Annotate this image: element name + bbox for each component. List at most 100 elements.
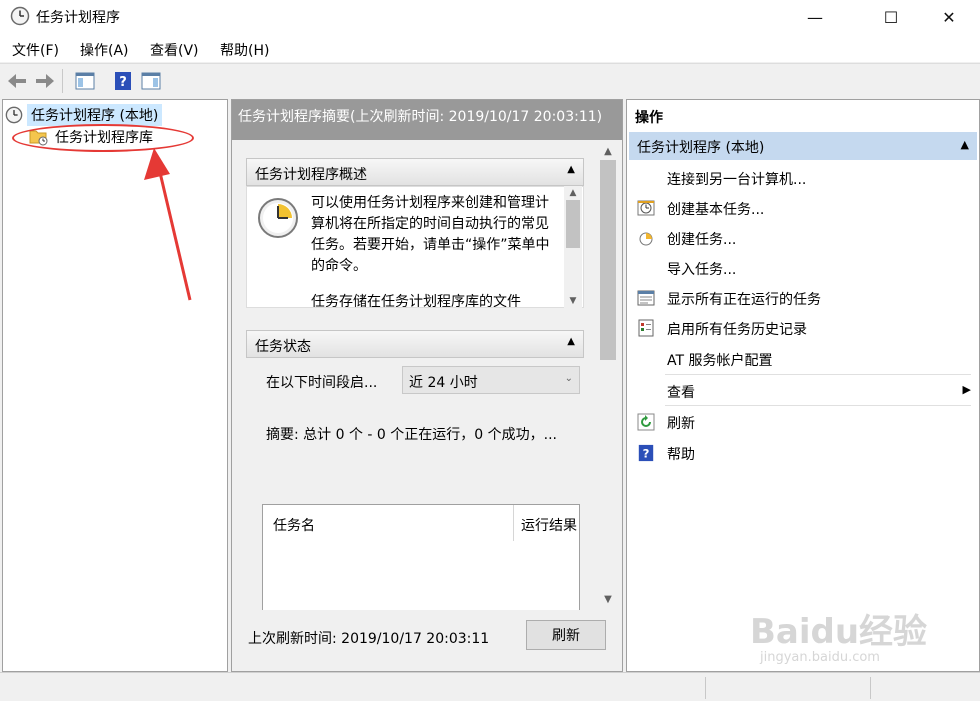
collapse-icon[interactable]: ▲ [567,336,575,347]
toolbar: ? [0,63,980,96]
overview-section-header[interactable]: 任务计划程序概述 ▲ [246,158,584,186]
menu-file[interactable]: 文件(F) [12,40,59,60]
menu-view[interactable]: 查看(V) [150,40,199,60]
tree-root-label: 任务计划程序 (本地) [27,104,163,126]
time-range-select[interactable]: 近 24 小时 ⌄ [402,366,580,394]
action-label: 连接到另一台计算机... [667,172,807,188]
summary-footer: 上次刷新时间: 2019/10/17 20:03:11 刷新 [232,610,622,671]
create-task-icon [639,232,653,246]
scroll-down-icon[interactable]: ▼ [564,294,582,308]
action-separator [665,374,971,375]
action-create-task[interactable]: 创建任务... [629,224,977,252]
actions-group-label: 任务计划程序 (本地) [637,140,765,156]
forward-button[interactable] [34,70,56,92]
actions-group-header[interactable]: 任务计划程序 (本地) ▲ [629,132,977,160]
history-icon [638,319,654,337]
overview-body: 可以使用任务计划程序来创建和管理计算机将在所指定的时间自动执行的常见任务。若要开… [246,186,584,308]
task-status-header[interactable]: 任务状态 ▲ [246,330,584,358]
action-label: 查看 [667,385,695,401]
action-help[interactable]: ? 帮助 [629,439,977,467]
back-arrow-icon [8,74,26,88]
svg-text:?: ? [643,447,650,461]
scroll-up-icon[interactable]: ▲ [598,142,618,160]
scroll-up-icon[interactable]: ▲ [564,186,582,200]
clock-icon [10,6,30,26]
back-button[interactable] [6,70,28,92]
action-label: 帮助 [667,447,695,463]
column-divider[interactable] [513,505,514,541]
time-range-label: 在以下时间段启... [266,375,378,391]
menu-help[interactable]: 帮助(H) [220,40,269,60]
action-pane-icon [141,72,161,90]
summary-header-title: 任务计划程序摘要(上次刷新时间: 2019/10/17 20:03:11) [238,109,603,125]
watermark-brand: Baidu经验 [750,612,928,652]
help-toolbar-button[interactable]: ? [112,70,134,92]
task-status-section: 任务状态 ▲ 在以下时间段启... 近 24 小时 ⌄ 摘要: 总计 0 个 -… [246,330,584,624]
action-separator [665,405,971,406]
action-refresh[interactable]: 刷新 [629,408,977,436]
scroll-thumb[interactable] [566,200,580,248]
show-hide-tree-button[interactable] [74,70,96,92]
clock-large-icon [258,198,298,238]
minimize-button[interactable]: — [790,0,840,34]
actions-pane: 操作 任务计划程序 (本地) ▲ 连接到另一台计算机... 创建基本任务... … [626,99,980,672]
action-view[interactable]: 查看 ▶ [629,377,977,405]
collapse-icon[interactable]: ▲ [961,138,969,151]
action-import-task[interactable]: 导入任务... [629,254,977,282]
task-table[interactable]: 任务名 运行结果 [262,504,580,624]
status-divider [705,677,706,699]
watermark-url: jingyan.baidu.com [760,650,880,665]
action-enable-history[interactable]: 启用所有任务历史记录 [629,314,977,342]
action-show-running[interactable]: 显示所有正在运行的任务 [629,284,977,312]
menu-bar: 文件(F) 操作(A) 查看(V) 帮助(H) [0,34,980,62]
action-at-service-config[interactable]: AT 服务帐户配置 [629,345,977,373]
status-summary: 摘要: 总计 0 个 - 0 个正在运行，0 个成功，... [266,427,557,443]
overview-section: 任务计划程序概述 ▲ 可以使用任务计划程序来创建和管理计算机将在所指定的时间自动… [246,158,584,308]
action-connect-computer[interactable]: 连接到另一台计算机... [629,164,977,192]
action-label: AT 服务帐户配置 [667,353,773,369]
action-label: 创建基本任务... [667,202,765,218]
actions-title-text: 操作 [635,110,663,126]
tree-item-root[interactable]: 任务计划程序 (本地) [5,104,163,126]
collapse-icon[interactable]: ▲ [567,164,575,175]
help-icon: ? [638,444,654,462]
forward-arrow-icon [36,74,54,88]
window-title: 任务计划程序 [36,10,120,26]
chevron-down-icon: ⌄ [564,373,573,384]
watermark: Baidu经验 jingyan.baidu.com [750,604,928,665]
summary-header: 任务计划程序摘要(上次刷新时间: 2019/10/17 20:03:11) [232,100,622,140]
scroll-thumb[interactable] [600,160,616,360]
close-button[interactable]: ✕ [924,0,974,34]
overview-text: 可以使用任务计划程序来创建和管理计算机将在所指定的时间自动执行的常见任务。若要开… [311,195,550,274]
status-divider [870,677,871,699]
action-create-basic-task[interactable]: 创建基本任务... [629,194,977,222]
summary-body: 任务计划程序概述 ▲ 可以使用任务计划程序来创建和管理计算机将在所指定的时间自动… [232,140,622,624]
overview-title: 任务计划程序概述 [255,167,367,183]
toolbar-separator [62,69,63,93]
status-bar [0,672,980,701]
action-label: 创建任务... [667,232,737,248]
menu-action[interactable]: 操作(A) [80,40,129,60]
overview-scrollbar[interactable]: ▲ ▼ [564,186,582,308]
clock-icon [5,106,23,124]
console-tree-icon [75,72,95,90]
overview-text-continued: 任务存储在任务计划程序库的文件 [311,294,521,308]
action-label: 显示所有正在运行的任务 [667,292,821,308]
title-bar: 任务计划程序 — ☐ ✕ [0,0,980,34]
action-label: 导入任务... [667,262,737,278]
task-status-title: 任务状态 [255,339,311,355]
last-refresh-time: 上次刷新时间: 2019/10/17 20:03:11 [248,631,490,647]
show-hide-actions-button[interactable] [140,70,162,92]
refresh-icon [637,413,655,431]
action-label: 刷新 [667,416,695,432]
svg-text:?: ? [119,75,127,90]
column-header-task-name[interactable]: 任务名 [273,515,315,535]
help-icon: ? [115,72,131,90]
column-header-run-result[interactable]: 运行结果 [521,515,577,535]
running-tasks-icon [637,290,655,306]
scroll-down-icon[interactable]: ▼ [598,590,618,608]
summary-scrollbar[interactable]: ▲ ▼ [598,140,618,610]
refresh-button[interactable]: 刷新 [526,620,606,650]
maximize-button[interactable]: ☐ [866,0,916,34]
basic-task-icon [637,200,655,216]
